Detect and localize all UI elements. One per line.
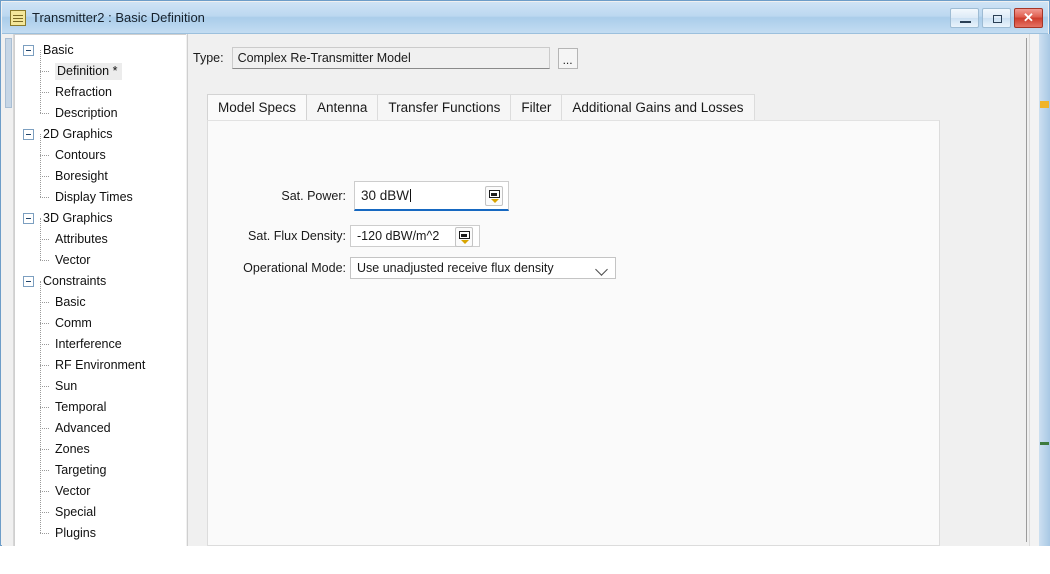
collapse-icon[interactable] [23, 45, 34, 56]
window-title: Transmitter2 : Basic Definition [32, 10, 205, 25]
text-caret [410, 189, 412, 202]
tree-item-label: Vector [55, 253, 91, 267]
tree-connector [40, 533, 49, 535]
tab-antenna[interactable]: Antenna [306, 94, 379, 120]
tree-scrollbar[interactable] [4, 34, 14, 546]
sat-power-label: Sat. Power: [281, 189, 346, 203]
tab-strip: Model Specs Antenna Transfer Functions Filt… [207, 94, 940, 120]
operational-mode-row: Operational Mode: Use unadjusted receive… [222, 257, 616, 279]
tree-connector [40, 260, 49, 262]
application-window: Transmitter2 : Basic Definition ✕ Basic D… [0, 0, 1050, 546]
content-panel: Type: Complex Re-Transmitter Model ... M… [187, 34, 1050, 546]
maximize-icon [993, 15, 1002, 23]
sat-power-input[interactable]: 30 dBW [354, 181, 509, 211]
sat-flux-density-unit-button[interactable] [455, 227, 473, 247]
sat-flux-density-row: Sat. Flux Density: -120 dBW/m^2 [228, 225, 480, 247]
outer-scrollbar[interactable] [1039, 34, 1050, 546]
sat-power-unit-button[interactable] [485, 186, 503, 206]
sat-flux-density-label: Sat. Flux Density: [248, 229, 346, 243]
tab-panel-model-specs: Sat. Power: 30 dBW Sat. Flux Density: -1… [207, 120, 940, 546]
sat-power-value: 30 dBW [361, 187, 410, 203]
operational-mode-label: Operational Mode: [243, 261, 346, 275]
collapse-icon[interactable] [23, 129, 34, 140]
tab-filter[interactable]: Filter [510, 94, 563, 120]
window-controls: ✕ [950, 8, 1043, 28]
type-row: Type: Complex Re-Transmitter Model ... [193, 47, 578, 69]
tree-item-label: Constraints [43, 274, 107, 288]
tree-item-label: Sun [55, 379, 78, 393]
tree-item-label: Targeting [55, 463, 107, 477]
tree-item-label: Definition * [55, 63, 123, 80]
tree-item-label: Temporal [55, 400, 107, 414]
tree-item-label: Description [55, 106, 118, 120]
operational-mode-select[interactable]: Use unadjusted receive flux density [350, 257, 616, 279]
tree-item-label: Zones [55, 442, 90, 456]
close-button[interactable]: ✕ [1014, 8, 1043, 28]
tree-item-label: Basic [55, 295, 86, 309]
type-input[interactable]: Complex Re-Transmitter Model [231, 47, 550, 69]
tree-item-label: Basic [43, 43, 74, 57]
tree-item-label: 3D Graphics [43, 211, 113, 225]
tree-connector-vertical [40, 50, 42, 113]
tree-item-label: Vector [55, 484, 91, 498]
tree-item-label: Refraction [55, 85, 112, 99]
navigation-tree: Basic Definition * Refraction Description 2D… [14, 34, 186, 546]
sat-flux-density-value: -120 dBW/m^2 [357, 228, 440, 243]
unit-picker-icon [459, 231, 470, 239]
sat-power-row: Sat. Power: 30 dBW [228, 181, 509, 211]
tab-model-specs[interactable]: Model Specs [207, 94, 308, 120]
tree-item-label: Advanced [55, 421, 111, 435]
unit-dropdown-icon [491, 199, 499, 203]
type-browse-button[interactable]: ... [557, 47, 578, 69]
operational-mode-value: Use unadjusted receive flux density [357, 261, 554, 275]
tree-connector-vertical [40, 134, 42, 197]
minimize-icon [960, 21, 971, 23]
tree-scrollbar-thumb[interactable] [5, 38, 12, 108]
tree-item-label: Contours [55, 148, 106, 162]
maximize-button[interactable] [982, 8, 1011, 28]
tree-item-label: Comm [55, 316, 92, 330]
tree-item-label: Plugins [55, 526, 96, 540]
tree-list: Basic Definition * Refraction Description 2D… [15, 35, 186, 544]
collapse-icon[interactable] [23, 276, 34, 287]
scroll-marker-warning [1040, 101, 1049, 108]
tree-item-label: RF Environment [55, 358, 146, 372]
scroll-marker-ok [1040, 442, 1049, 445]
tree-connector [40, 197, 49, 199]
unit-dropdown-icon [461, 240, 469, 244]
tree-connector-vertical [40, 218, 42, 260]
title-bar: Transmitter2 : Basic Definition ✕ [2, 2, 1048, 34]
navigation-panel: Basic Definition * Refraction Description 2D… [2, 34, 187, 546]
type-label: Type: [193, 51, 224, 65]
notepad-icon [10, 10, 26, 26]
minimize-button[interactable] [950, 8, 979, 28]
unit-picker-icon [489, 190, 500, 198]
collapse-icon[interactable] [23, 213, 34, 224]
tab-transfer-functions[interactable]: Transfer Functions [377, 94, 512, 120]
tree-item-label: 2D Graphics [43, 127, 113, 141]
chevron-down-icon [595, 263, 608, 276]
tree-item-label: Display Times [55, 190, 133, 204]
close-icon: ✕ [1023, 10, 1034, 25]
tree-item-label: Boresight [55, 169, 108, 183]
tree-item-label: Special [55, 505, 96, 519]
tree-connector-vertical [40, 281, 42, 533]
tree-item-label: Interference [55, 337, 122, 351]
sat-flux-density-input[interactable]: -120 dBW/m^2 [350, 225, 480, 247]
tab-additional-gains-and-losses[interactable]: Additional Gains and Losses [561, 94, 755, 120]
tree-item-label: Attributes [55, 232, 108, 246]
tree-connector [40, 113, 49, 115]
